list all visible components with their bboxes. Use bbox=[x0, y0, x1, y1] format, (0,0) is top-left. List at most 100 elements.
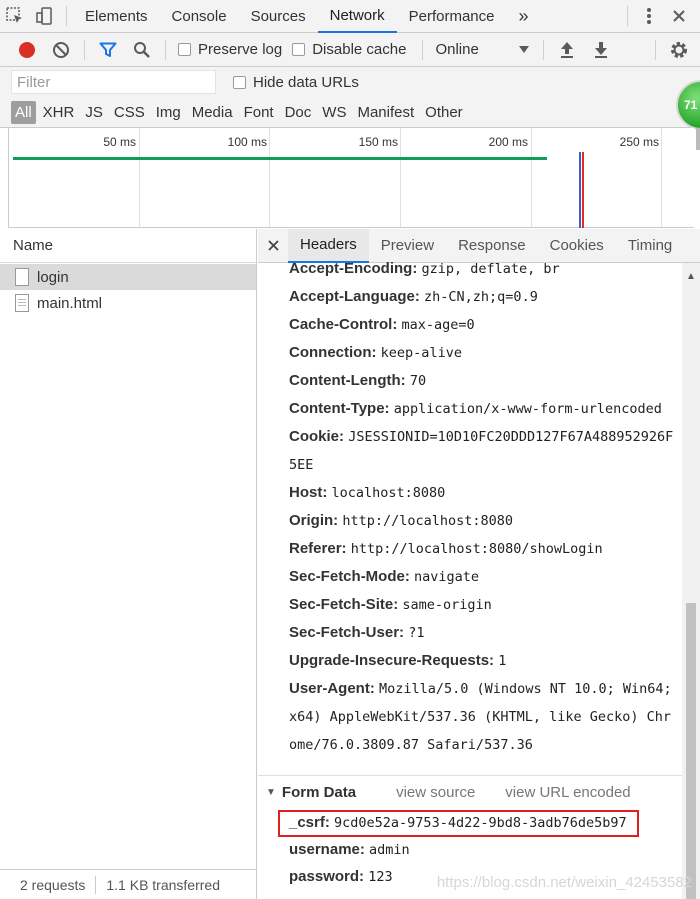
view-url-encoded-link[interactable]: view URL encoded bbox=[505, 784, 630, 801]
header-key: Sec-Fetch-User: bbox=[289, 624, 405, 641]
hide-data-urls-label: Hide data URLs bbox=[253, 73, 359, 91]
close-details-icon[interactable] bbox=[258, 240, 288, 251]
record-icon bbox=[19, 41, 35, 58]
scroll-up-arrow-icon[interactable]: ▲ bbox=[686, 271, 696, 282]
type-filter-js[interactable]: JS bbox=[81, 101, 107, 124]
form-data-header[interactable]: ▼ Form Data view source view URL encoded bbox=[258, 776, 682, 808]
type-filter-font[interactable]: Font bbox=[240, 101, 278, 124]
separator bbox=[84, 39, 85, 60]
record-button[interactable] bbox=[10, 33, 44, 67]
more-tabs-chevron-icon[interactable]: » bbox=[507, 0, 541, 33]
filter-placeholder: Filter bbox=[17, 73, 51, 91]
type-filter-css[interactable]: CSS bbox=[110, 101, 149, 124]
tab-network[interactable]: Network bbox=[317, 0, 397, 33]
kebab-menu-icon[interactable] bbox=[634, 0, 664, 33]
load-event-marker bbox=[582, 152, 584, 228]
expand-triangle-icon[interactable]: ▼ bbox=[266, 787, 276, 798]
type-filter-media[interactable]: Media bbox=[188, 101, 237, 124]
search-button[interactable] bbox=[125, 33, 159, 67]
header-key: Host: bbox=[289, 484, 328, 501]
header-row: Sec-Fetch-Site: same-origin bbox=[258, 591, 682, 619]
checkbox-box[interactable] bbox=[233, 75, 246, 89]
header-row: Accept-Encoding: gzip, deflate, br bbox=[258, 255, 682, 283]
header-row: Connection: keep-alive bbox=[258, 339, 682, 367]
import-har-button[interactable] bbox=[550, 33, 584, 67]
request-row-login[interactable]: login bbox=[0, 264, 256, 290]
header-value: navigate bbox=[414, 569, 480, 585]
preserve-log-checkbox[interactable]: Preserve log bbox=[178, 41, 282, 58]
header-key: Accept-Encoding: bbox=[289, 260, 418, 277]
header-key: Sec-Fetch-Site: bbox=[289, 596, 399, 613]
type-filter-other[interactable]: Other bbox=[421, 101, 467, 124]
checkbox-box[interactable] bbox=[292, 43, 306, 56]
header-row: Sec-Fetch-User: ?1 bbox=[258, 619, 682, 647]
timeline-gridline bbox=[661, 128, 662, 227]
tab-console[interactable]: Console bbox=[160, 0, 239, 33]
timeline-tick-label: 200 ms bbox=[488, 135, 528, 149]
type-filter-doc[interactable]: Doc bbox=[281, 101, 316, 124]
form-data-title: Form Data bbox=[281, 783, 357, 801]
hide-data-urls-checkbox[interactable]: Hide data URLs bbox=[233, 74, 359, 91]
request-row-main-html[interactable]: main.html bbox=[0, 290, 256, 316]
timeline-overview[interactable]: 50 ms 100 ms 150 ms 200 ms 250 ms bbox=[8, 128, 694, 228]
document-icon bbox=[15, 268, 29, 286]
type-filter-xhr[interactable]: XHR bbox=[39, 101, 79, 124]
header-value: ?1 bbox=[408, 625, 425, 641]
filter-input[interactable]: Filter bbox=[11, 70, 216, 94]
header-value: same-origin bbox=[402, 597, 492, 613]
header-key: Origin: bbox=[289, 512, 339, 529]
form-key: _csrf: bbox=[289, 814, 330, 831]
header-value: http://localhost:8080 bbox=[342, 513, 514, 529]
close-devtools-icon[interactable] bbox=[664, 0, 694, 33]
inspect-element-icon[interactable] bbox=[0, 0, 30, 33]
type-filter-all[interactable]: All bbox=[11, 100, 36, 124]
details-scrollbar[interactable]: ▲ bbox=[682, 263, 700, 899]
header-value: 1 bbox=[498, 653, 507, 669]
header-row: Referer: http://localhost:8080/showLogin bbox=[258, 535, 682, 563]
filter-icon bbox=[99, 42, 117, 57]
header-row: Content-Type: application/x-www-form-url… bbox=[258, 395, 682, 423]
tab-sources[interactable]: Sources bbox=[239, 0, 318, 33]
request-headers-list: Accept-Encoding: gzip, deflate, br Accep… bbox=[258, 255, 682, 759]
separator bbox=[422, 39, 424, 60]
form-value: 123 bbox=[368, 869, 393, 885]
transferred-size: 1.1 KB transferred bbox=[106, 876, 220, 893]
tab-performance[interactable]: Performance bbox=[397, 0, 507, 33]
header-value: keep-alive bbox=[380, 345, 462, 361]
header-key: Accept-Language: bbox=[289, 288, 420, 305]
separator bbox=[543, 39, 545, 60]
clear-button[interactable] bbox=[44, 33, 78, 67]
timeline-gridline bbox=[400, 128, 401, 227]
device-toolbar-icon[interactable] bbox=[30, 0, 60, 33]
network-settings-button[interactable] bbox=[662, 33, 696, 67]
dropdown-arrow-icon bbox=[519, 45, 530, 53]
view-source-link[interactable]: view source bbox=[396, 784, 475, 801]
type-filter-manifest[interactable]: Manifest bbox=[353, 101, 418, 124]
separator bbox=[627, 6, 628, 26]
header-key: Upgrade-Insecure-Requests: bbox=[289, 652, 495, 669]
disable-cache-checkbox[interactable]: Disable cache bbox=[292, 41, 406, 58]
header-value: application/x-www-form-urlencoded bbox=[393, 401, 662, 417]
type-filter-ws[interactable]: WS bbox=[318, 101, 350, 124]
disable-cache-label: Disable cache bbox=[312, 41, 407, 58]
header-key: Referer: bbox=[289, 540, 347, 557]
header-key: Cookie: bbox=[289, 428, 345, 445]
export-har-button[interactable] bbox=[584, 33, 618, 67]
filter-toggle-button[interactable] bbox=[91, 33, 125, 67]
header-row: Sec-Fetch-Mode: navigate bbox=[258, 563, 682, 591]
request-details-pane: Headers Preview Response Cookies Timing … bbox=[258, 228, 700, 899]
form-key: password: bbox=[289, 868, 365, 885]
name-column-header[interactable]: Name bbox=[0, 229, 256, 263]
request-name: main.html bbox=[37, 294, 103, 312]
overview-scroll-handle[interactable] bbox=[696, 128, 700, 150]
checkbox-box[interactable] bbox=[178, 43, 191, 56]
type-filter-img[interactable]: Img bbox=[152, 101, 185, 124]
header-value: zh-CN,zh;q=0.9 bbox=[424, 289, 538, 305]
separator bbox=[95, 875, 97, 894]
scrollbar-thumb[interactable] bbox=[686, 603, 696, 899]
header-row: Origin: http://localhost:8080 bbox=[258, 507, 682, 535]
request-count: 2 requests bbox=[20, 876, 86, 893]
tab-elements[interactable]: Elements bbox=[73, 0, 160, 33]
timeline-tick-label: 150 ms bbox=[358, 135, 398, 149]
throttling-select[interactable]: Online bbox=[429, 41, 537, 58]
